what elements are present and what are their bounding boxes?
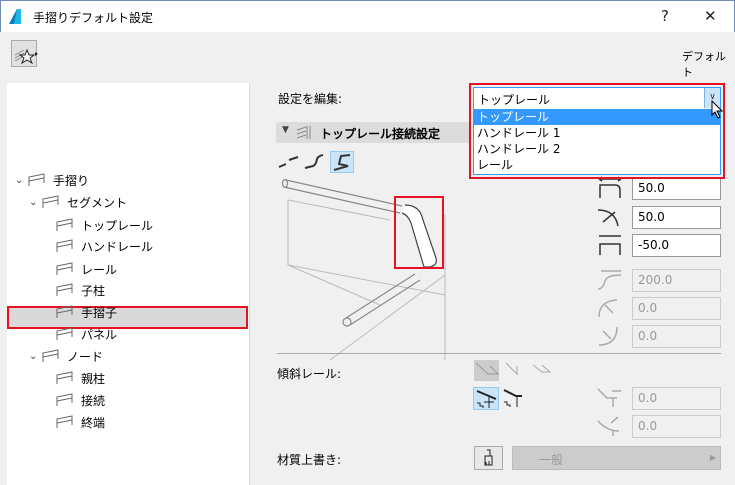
slope-option-1[interactable] <box>474 360 500 381</box>
tree-node-icon <box>56 305 73 318</box>
slope-option-2[interactable] <box>503 360 525 381</box>
help-button[interactable]: ? <box>661 7 669 25</box>
tree-node-icon <box>28 173 45 186</box>
tree-item[interactable]: 子柱 <box>43 279 105 301</box>
railing-star-icon <box>14 48 38 65</box>
tree-item[interactable]: トップレール <box>43 214 153 236</box>
tree-item[interactable]: パネル <box>43 323 117 345</box>
tree-item-label: レール <box>81 262 118 277</box>
slope-over-post-icon <box>476 390 497 408</box>
upper-radius-field[interactable]: 0.0 <box>632 297 721 320</box>
tree-item-label: 子柱 <box>81 283 106 298</box>
slope-option-3[interactable] <box>530 360 552 381</box>
chevron-down-icon[interactable]: ⌄ <box>29 351 41 362</box>
slope-to-post-icon <box>503 389 522 407</box>
preview-highlight <box>394 196 444 269</box>
step-length-field[interactable]: 200.0 <box>632 269 721 292</box>
tree-node-icon <box>56 218 73 231</box>
app-logo-icon <box>9 9 21 24</box>
tree-item[interactable]: 終端 <box>43 411 105 433</box>
connection-type-step[interactable] <box>303 151 327 173</box>
tree-item[interactable]: 手摺子 <box>43 301 117 323</box>
slope-offset-icon <box>597 388 621 407</box>
tree-item-label: ノード <box>67 349 104 364</box>
favorites-button[interactable] <box>11 40 38 67</box>
lower-radius-field[interactable]: 0.0 <box>632 325 721 348</box>
offset-width-field[interactable]: 50.0 <box>632 177 721 200</box>
tree-item[interactable]: ⌄ ノード <box>29 345 103 367</box>
slope-style-2-icon <box>505 362 518 376</box>
slope-position-1[interactable] <box>473 387 499 410</box>
divider <box>277 353 721 354</box>
slope-style-1-icon <box>475 362 500 375</box>
mouse-cursor-icon <box>711 100 724 119</box>
title-bar: 手摺りデフォルト設定 ? ✕ <box>0 0 735 32</box>
slope-position-2[interactable] <box>502 387 528 410</box>
tree-item-label: 終端 <box>81 415 106 430</box>
collapse-triangle-icon: ▼ <box>282 125 289 135</box>
tree-node-icon <box>56 393 73 406</box>
material-override-label: 材質上書き: <box>277 453 342 467</box>
slope-radius-field[interactable]: 0.0 <box>632 415 721 438</box>
splitter[interactable] <box>249 83 262 485</box>
submenu-arrow-icon: ▶ <box>709 453 716 462</box>
tree-item-label: パネル <box>81 327 118 342</box>
straight-connection-icon <box>278 156 299 168</box>
connection-icon <box>296 126 311 139</box>
tree-item[interactable]: レール <box>43 258 117 280</box>
tree-item-label: セグメント <box>67 195 128 210</box>
tree-node-icon <box>56 327 73 340</box>
tree-item[interactable]: 接続 <box>43 389 105 411</box>
settings-tree: ⌄ 手摺り ⌄ セグメントトップレール ハンドレール レール子柱手摺子パネル ⌄ ノード親柱接… <box>7 83 249 485</box>
bend-connection-icon <box>333 154 351 171</box>
tree-node-icon <box>56 283 73 296</box>
lower-radius-icon <box>598 326 618 346</box>
upper-radius-icon <box>598 299 618 318</box>
tree-node-icon <box>56 239 73 252</box>
bend-radius-field[interactable]: 50.0 <box>632 206 721 229</box>
tree-item[interactable]: ⌄ 手摺り <box>15 169 89 191</box>
tree-node-icon <box>56 415 73 428</box>
window-title: 手摺りデフォルト設定 <box>33 11 154 25</box>
material-override-button[interactable] <box>474 446 503 470</box>
section-title: トップレール接続設定 <box>320 127 441 141</box>
tree-node-icon <box>56 371 73 384</box>
connection-type-bend[interactable] <box>330 151 354 173</box>
slope-style-3-icon <box>532 364 552 373</box>
material-value: 一般 <box>539 453 564 467</box>
vertical-offset-icon <box>599 235 621 255</box>
preset-label: デフォルト <box>682 50 726 79</box>
tree-item[interactable]: ⌄ セグメント <box>29 191 127 213</box>
step-connection-icon <box>304 154 324 169</box>
tree-item[interactable]: 親柱 <box>43 367 105 389</box>
sloped-rail-label: 傾斜レール: <box>277 367 342 381</box>
paintbrush-icon <box>484 449 493 466</box>
tree-item[interactable]: ハンドレール <box>43 235 153 257</box>
tree-item-label: 接続 <box>81 393 106 408</box>
tree-node-icon <box>42 349 59 362</box>
close-button[interactable]: ✕ <box>704 7 717 25</box>
edit-settings-label: 設定を編集: <box>278 92 343 106</box>
tree-item-label: トップレール <box>81 218 154 233</box>
slope-radius-icon <box>597 416 620 436</box>
tree-item-label: 手摺子 <box>81 305 118 320</box>
step-length-icon <box>597 270 622 290</box>
chevron-down-icon[interactable]: ⌄ <box>29 197 41 208</box>
tree-item-label: 親柱 <box>81 371 106 386</box>
chevron-down-icon[interactable]: ⌄ <box>15 175 27 186</box>
tree-item-label: ハンドレール <box>81 239 154 254</box>
connection-type-straight[interactable] <box>277 151 301 173</box>
bend-radius-icon <box>597 209 619 227</box>
section-header[interactable]: ▼ トップレール接続設定 <box>276 122 470 143</box>
tree-node-icon <box>42 195 59 208</box>
dropdown-highlight <box>469 83 725 179</box>
tree-node-icon <box>56 262 73 275</box>
material-select[interactable]: 一般 ▶ <box>512 446 721 470</box>
tree-item-label: 手摺り <box>53 173 90 188</box>
slope-offset-field[interactable]: 0.0 <box>632 387 721 410</box>
vertical-offset-field[interactable]: -50.0 <box>632 234 721 257</box>
